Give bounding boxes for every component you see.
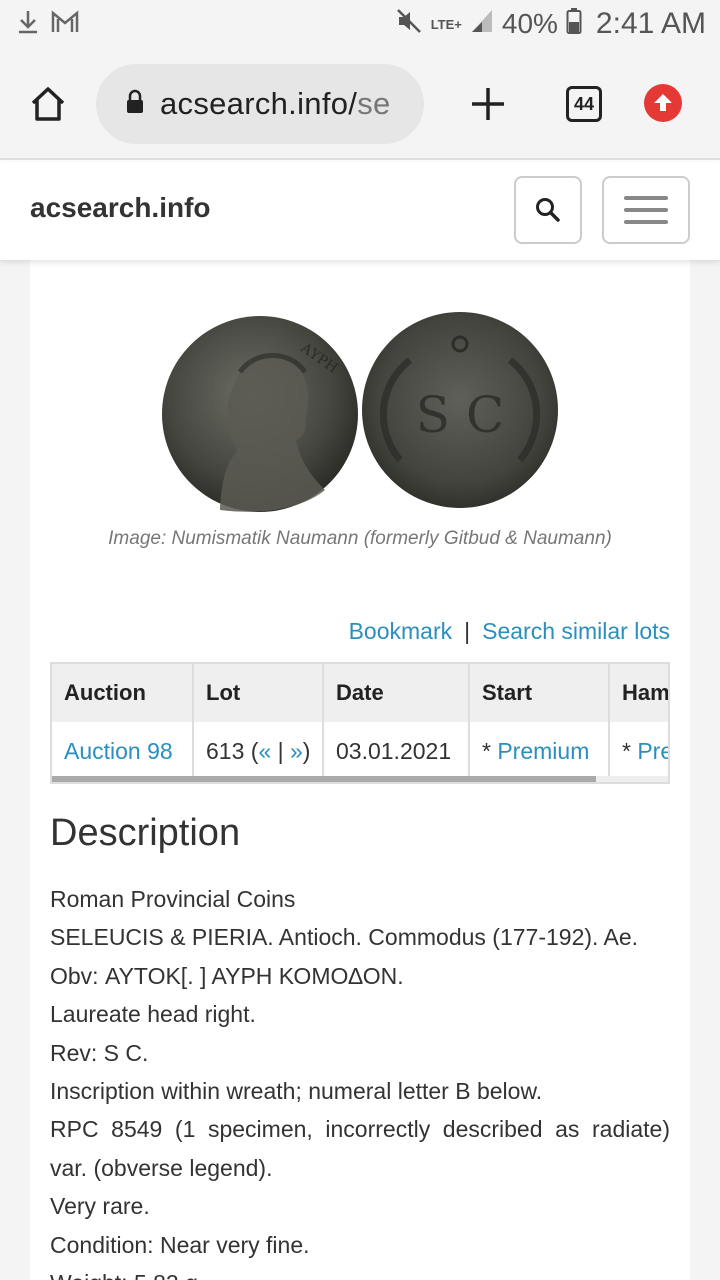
table-cell: 613 (« | »): [194, 722, 322, 780]
search-button[interactable]: [514, 176, 582, 244]
battery-percent: 40%: [501, 8, 558, 39]
url-host: acsearch.info/: [160, 86, 358, 121]
description-line: Roman Provincial Coins: [50, 886, 296, 912]
lot-actions: Bookmark | Search similar lots: [349, 618, 670, 645]
actions-separator: |: [464, 618, 471, 644]
lock-icon: [124, 89, 146, 120]
auction-link[interactable]: Auction 98: [64, 738, 173, 765]
signal-icon: [470, 8, 494, 41]
search-icon: [536, 198, 560, 222]
auction-date: 03.01.2021: [336, 737, 452, 764]
lot-nav-separator: |: [271, 737, 290, 764]
next-lot-link[interactable]: »: [290, 738, 303, 765]
gmail-icon: [50, 9, 80, 39]
table-cell: * Premium: [470, 722, 608, 780]
url-path: se: [357, 86, 391, 121]
lot-number: 613 (: [206, 737, 259, 764]
url-text: acsearch.info/se: [160, 86, 391, 122]
lot-card: ΑΥΡΗ S C Image: Numismatik Naumann (form…: [30, 260, 690, 1280]
description-line: var. (obverse legend).: [50, 1154, 273, 1181]
column-lot: Lot 613 (« | »): [194, 664, 324, 780]
description-title: Description: [50, 812, 241, 854]
bookmark-link[interactable]: Bookmark: [349, 618, 453, 645]
description-line: RPC 8549 (1 specimen, incorrectly descri…: [50, 1116, 670, 1143]
address-bar[interactable]: acsearch.info/se: [96, 64, 424, 144]
coin-reverse-legend: S C: [416, 386, 504, 444]
start-premium-link[interactable]: Premium: [497, 738, 589, 765]
download-icon: [16, 9, 40, 40]
description-line: Laureate head right.: [50, 1001, 256, 1028]
table-header: Lot: [194, 664, 322, 722]
table-header: Start: [470, 664, 608, 722]
mute-icon: [395, 7, 423, 42]
hamburger-icon: [624, 208, 668, 212]
table-header: Auction: [52, 664, 192, 722]
arrow-up-icon: [654, 94, 672, 111]
auction-table[interactable]: Auction Auction 98 Lot 613 (« | ») Date …: [50, 662, 670, 784]
clock: 2:41 AM: [595, 7, 706, 40]
description-line: SELEUCIS & PIERIA. Antioch. Commodus (17…: [50, 924, 639, 951]
lot-number-close: ): [302, 737, 311, 764]
status-right: LTE+ 40% 2:41 AM: [395, 7, 706, 42]
table-header: Ham: [610, 664, 668, 722]
hammer-premium-link[interactable]: Pre: [637, 738, 668, 765]
table-header: Date: [324, 664, 468, 722]
site-brand[interactable]: acsearch.info: [30, 192, 211, 224]
battery-icon: [566, 7, 582, 42]
table-cell: * Pre: [610, 722, 668, 780]
description-body: Roman Provincial Coins SELEUCIS & PIERIA…: [50, 880, 670, 1280]
search-similar-link[interactable]: Search similar lots: [482, 618, 670, 645]
tab-switcher-button[interactable]: 44: [566, 86, 602, 122]
column-date: Date 03.01.2021: [324, 664, 470, 780]
hamburger-icon: [624, 196, 668, 200]
auction-table-grid: Auction Auction 98 Lot 613 (« | ») Date …: [52, 664, 668, 780]
plus-icon: [472, 88, 504, 120]
browser-toolbar: acsearch.info/se 44: [0, 48, 720, 160]
update-button[interactable]: [644, 84, 682, 122]
coin-image[interactable]: ΑΥΡΗ S C: [160, 310, 560, 520]
hamburger-icon: [624, 220, 668, 224]
table-scrollbar[interactable]: [52, 776, 668, 782]
home-icon: [31, 87, 65, 121]
start-prefix: *: [482, 737, 498, 764]
previous-lot-link[interactable]: «: [258, 738, 271, 765]
description-line: Weight: 5.82 g.: [50, 1264, 670, 1280]
new-tab-button[interactable]: [466, 82, 510, 126]
home-button[interactable]: [22, 78, 74, 130]
table-scrollbar-thumb[interactable]: [52, 776, 596, 782]
description-line: Condition: Near very fine.: [50, 1231, 310, 1258]
image-caption: Image: Numismatik Naumann (formerly Gitb…: [108, 528, 612, 549]
site-header: acsearch.info: [0, 162, 720, 260]
menu-toggle-button[interactable]: [602, 176, 690, 244]
description-line: Inscription within wreath; numeral lette…: [50, 1077, 543, 1104]
table-cell: Auction 98: [52, 722, 192, 780]
description-line: Obv: ΑΥΤΟΚ[. ] ΑΥΡΗ ΚΟΜΟΔΟΝ.: [50, 962, 404, 989]
column-auction: Auction Auction 98: [52, 664, 194, 780]
description-line: Rev: S C.: [50, 1039, 149, 1066]
hammer-prefix: *: [622, 737, 638, 764]
description-line: Very rare.: [50, 1193, 150, 1220]
column-start: Start * Premium: [470, 664, 610, 780]
status-bar: LTE+ 40% 2:41 AM: [0, 0, 720, 48]
column-hammer: Ham * Pre: [610, 664, 668, 780]
status-left: [16, 9, 80, 40]
network-type: LTE+: [430, 16, 462, 32]
